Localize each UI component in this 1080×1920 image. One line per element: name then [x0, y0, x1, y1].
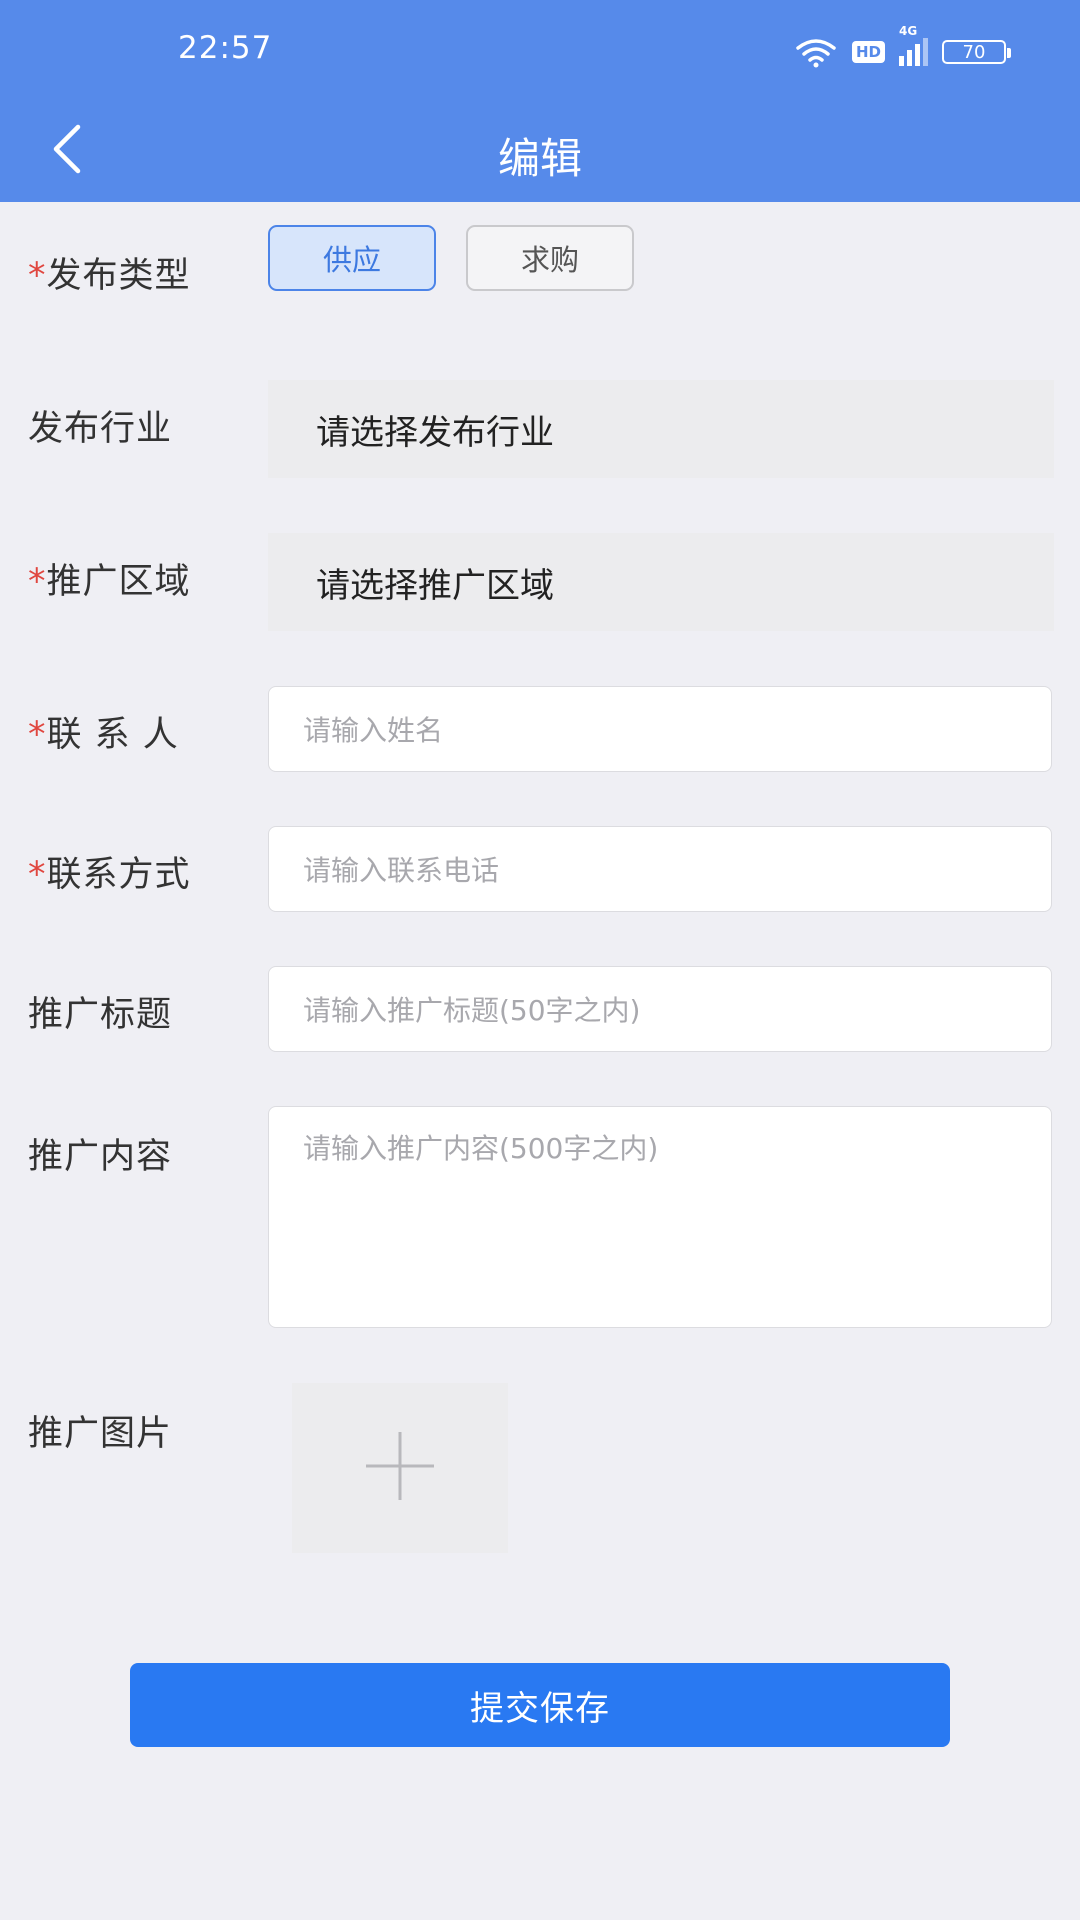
status-bar: 22:57 HD 4G 70 — [0, 0, 1080, 105]
wifi-icon — [794, 36, 838, 68]
hd-icon: HD — [851, 41, 885, 63]
app-header: 22:57 HD 4G 70 编辑 — [0, 0, 1080, 202]
region-select[interactable]: 请选择推广区域 — [268, 533, 1054, 631]
required-mark: * — [28, 562, 47, 602]
promo-content-label: 推广内容 — [28, 1137, 173, 1177]
submit-save-button[interactable]: 提交保存 — [130, 1663, 950, 1747]
status-icons: HD 4G 70 — [794, 24, 1011, 68]
required-mark: * — [28, 715, 47, 755]
plus-icon — [360, 1426, 440, 1510]
signal-4g-label: 4G — [899, 24, 918, 38]
status-time: 22:57 — [178, 30, 273, 66]
industry-select[interactable]: 请选择发布行业 — [268, 380, 1054, 478]
page-title: 编辑 — [497, 134, 582, 183]
contact-name-input[interactable]: 请输入姓名 — [268, 686, 1052, 772]
signal-icon: 4G — [899, 24, 928, 66]
required-mark: * — [28, 256, 47, 296]
promo-content-textarea[interactable]: 请输入推广内容(500字之内) — [268, 1106, 1052, 1328]
battery-icon: 70 — [942, 40, 1011, 64]
publish-type-supply-button[interactable]: 供应 — [268, 225, 436, 291]
promo-image-label: 推广图片 — [28, 1414, 173, 1454]
nav-bar: 编辑 — [0, 105, 1080, 202]
region-label: *推广区域 — [28, 562, 191, 602]
publish-type-purchase-button[interactable]: 求购 — [466, 225, 634, 291]
contact-phone-input[interactable]: 请输入联系电话 — [268, 826, 1052, 912]
promo-title-input[interactable]: 请输入推广标题(50字之内) — [268, 966, 1052, 1052]
promo-title-label: 推广标题 — [28, 995, 173, 1035]
contact-method-label: *联系方式 — [28, 855, 191, 895]
publish-type-label: *发布类型 — [28, 256, 191, 296]
required-mark: * — [28, 855, 47, 895]
contact-person-label: *联 系 人 — [28, 715, 179, 755]
image-upload-button[interactable] — [292, 1383, 508, 1553]
industry-label: 发布行业 — [28, 409, 173, 449]
